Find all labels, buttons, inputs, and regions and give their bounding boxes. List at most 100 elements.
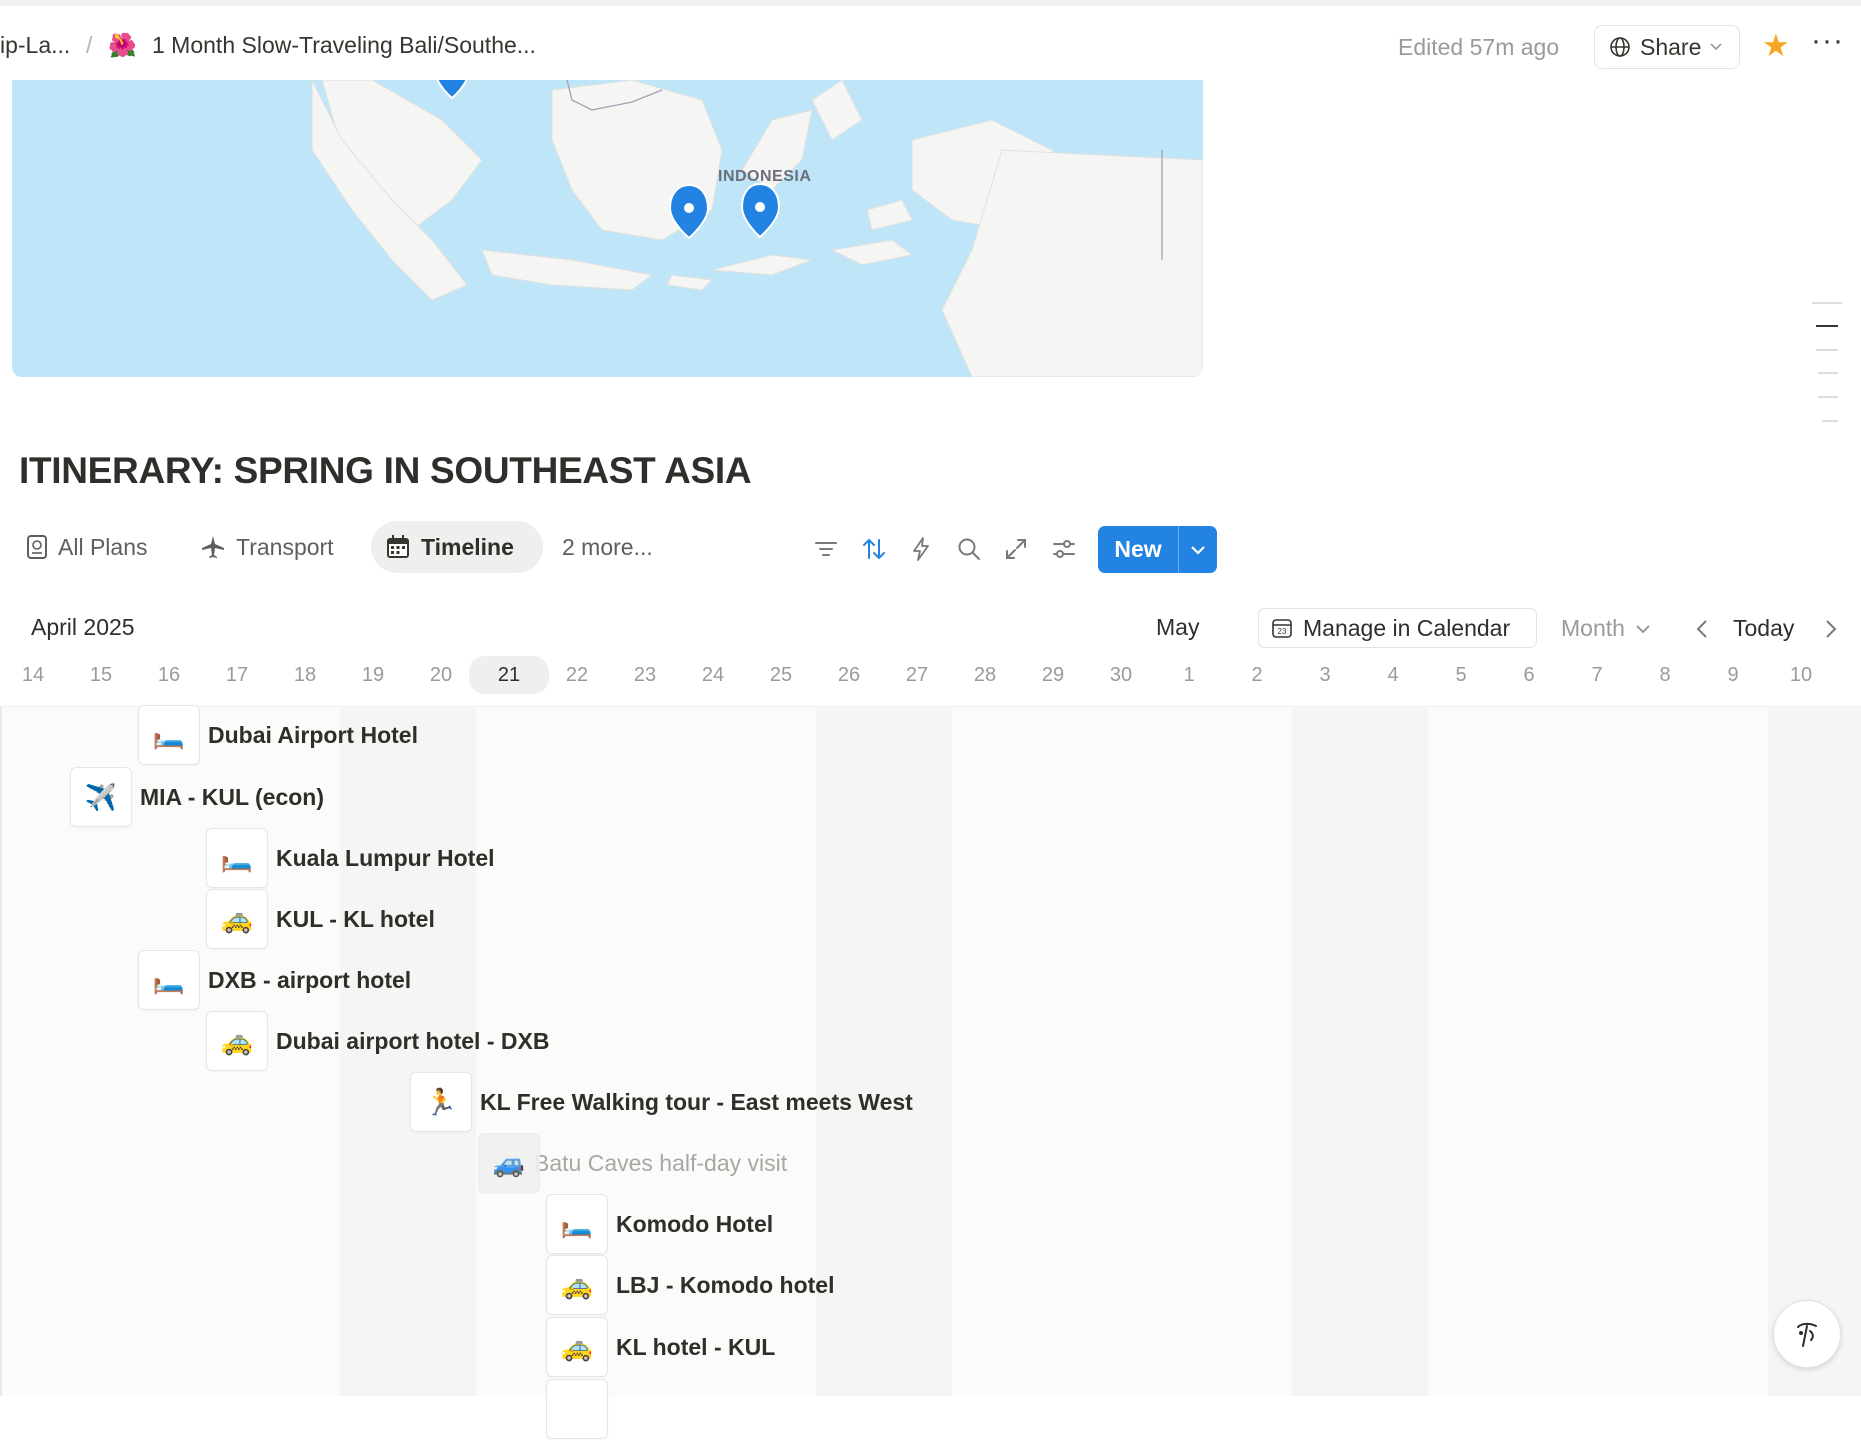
share-button[interactable]: Share — [1594, 25, 1740, 69]
day-label: 30 — [1109, 664, 1133, 686]
map-land-shapes — [311, 80, 1203, 377]
day-label: 26 — [837, 664, 861, 686]
filter-icon[interactable] — [813, 536, 839, 562]
timeline-item[interactable]: 🚕 LBJ - Komodo hotel — [546, 1254, 834, 1316]
timeline-item[interactable]: 🛏️ Kuala Lumpur Hotel — [206, 827, 495, 889]
day-label: 27 — [905, 664, 929, 686]
timeline-item[interactable]: 🛏️ Dubai Airport Hotel — [138, 704, 418, 766]
timeline-item-label: Kuala Lumpur Hotel — [276, 844, 495, 871]
manage-in-calendar-button[interactable]: 23 Manage in Calendar — [1258, 608, 1537, 648]
day-label: 24 — [701, 664, 725, 686]
day-label: 23 — [633, 664, 657, 686]
more-views-button[interactable]: 2 more... — [548, 521, 667, 573]
breadcrumb-separator: / — [86, 32, 93, 58]
timeline-item[interactable]: 🚕 KL hotel - KUL — [546, 1316, 775, 1378]
day-label: 17 — [225, 664, 249, 686]
tab-label: All Plans — [58, 533, 148, 560]
previous-arrow-icon[interactable] — [1695, 618, 1709, 640]
today-button[interactable]: Today — [1733, 615, 1794, 642]
tab-label: Transport — [236, 533, 334, 560]
car-icon: 🚙 — [478, 1133, 540, 1193]
taxi-icon: 🚕 — [206, 1011, 268, 1071]
day-label: 6 — [1523, 664, 1535, 686]
bed-icon: 🛏️ — [138, 950, 200, 1010]
day-label: 2 — [1251, 664, 1263, 686]
map-pin-icon[interactable] — [435, 80, 469, 100]
calendar-icon — [387, 535, 409, 558]
next-arrow-icon[interactable] — [1824, 618, 1838, 640]
tab-transport[interactable]: Transport — [186, 521, 348, 573]
day-label: 7 — [1591, 664, 1603, 686]
database-title[interactable]: ITINERARY: SPRING IN SOUTHEAST ASIA — [19, 450, 752, 492]
share-label: Share — [1640, 33, 1702, 60]
timeline-scale-select[interactable]: Month — [1561, 615, 1651, 642]
day-label: 9 — [1727, 664, 1739, 686]
globe-icon — [1610, 37, 1630, 57]
month-label-may: May — [1156, 614, 1200, 640]
help-assistant-button[interactable] — [1773, 1300, 1841, 1368]
outline-marker[interactable] — [1818, 396, 1838, 398]
tab-all-plans[interactable]: All Plans — [12, 521, 161, 573]
day-label: 3 — [1319, 664, 1331, 686]
breadcrumb-current-page[interactable]: 1 Month Slow-Traveling Bali/Southe... — [152, 32, 536, 59]
timeline-item[interactable]: ✈️ MIA - KUL (econ) — [70, 766, 324, 828]
outline-marker[interactable] — [1822, 420, 1838, 422]
timeline-item[interactable]: 🚕 KUL - KL hotel — [206, 888, 435, 950]
outline-marker[interactable] — [1812, 302, 1842, 304]
timeline-item[interactable]: 🛏️ DXB - airport hotel — [138, 949, 411, 1011]
timeline-item-label: KUL - KL hotel — [276, 905, 435, 932]
airplane-icon — [202, 536, 224, 558]
assistant-face-icon — [1797, 1322, 1817, 1347]
day-label: 22 — [565, 664, 589, 686]
day-label: 20 — [429, 664, 453, 686]
timeline-item[interactable]: 🚕 Dubai airport hotel - DXB — [206, 1010, 549, 1072]
day-label-today: 21 — [469, 656, 549, 694]
expand-icon[interactable] — [1003, 536, 1029, 562]
outline-marker[interactable] — [1816, 349, 1838, 351]
search-icon[interactable] — [956, 536, 982, 562]
timeline-item-dragging[interactable]: 🚙 Batu Caves half-day visit — [478, 1132, 787, 1194]
automation-bolt-icon[interactable] — [908, 536, 934, 562]
settings-sliders-icon[interactable] — [1051, 536, 1077, 562]
map-view[interactable]: INDONESIA — [12, 80, 1203, 377]
more-options-icon[interactable]: ··· — [1811, 24, 1844, 58]
outline-marker[interactable] — [1818, 372, 1838, 374]
tab-label: Timeline — [421, 533, 514, 560]
top-bar: ip-La... / 🌺 1 Month Slow-Traveling Bali… — [0, 0, 1861, 80]
chevron-down-icon — [1636, 624, 1650, 633]
month-label-april: April 2025 — [31, 614, 135, 640]
sort-icon[interactable] — [861, 536, 887, 562]
tab-timeline[interactable]: Timeline — [371, 521, 543, 573]
bed-icon: 🛏️ — [138, 705, 200, 765]
breadcrumb-parent[interactable]: ip-La... — [0, 32, 70, 59]
timeline-scale-label: Month — [1561, 615, 1625, 641]
favorite-star-icon[interactable]: ★ — [1762, 28, 1790, 64]
more-views-label: 2 more... — [562, 533, 653, 560]
passport-icon — [27, 535, 47, 559]
new-dropdown-button[interactable] — [1179, 545, 1217, 555]
day-label: 8 — [1659, 664, 1671, 686]
outline-marker-active[interactable] — [1816, 325, 1838, 327]
timeline-header — [0, 594, 1861, 707]
timeline-item-partial[interactable] — [546, 1378, 608, 1440]
day-label: 29 — [1041, 664, 1065, 686]
timeline-item-card — [546, 1379, 608, 1439]
day-label: 1 — [1183, 664, 1195, 686]
day-label: 15 — [89, 664, 113, 686]
new-button[interactable]: New — [1098, 526, 1217, 573]
weekend-column — [816, 706, 952, 1396]
timeline-left-edge — [0, 706, 2, 1396]
taxi-icon: 🚕 — [546, 1317, 608, 1377]
runner-icon: 🏃 — [410, 1072, 472, 1132]
timeline-item[interactable]: 🛏️ Komodo Hotel — [546, 1193, 773, 1255]
timeline-item[interactable]: 🏃 KL Free Walking tour - East meets West — [410, 1071, 913, 1133]
day-label: 10 — [1789, 664, 1813, 686]
map-pin-icon[interactable] — [740, 182, 781, 239]
svg-text:23: 23 — [1278, 627, 1287, 636]
timeline-item-label: MIA - KUL (econ) — [140, 783, 324, 810]
day-label: 16 — [157, 664, 181, 686]
day-label: 14 — [21, 664, 45, 686]
day-label: 5 — [1455, 664, 1467, 686]
airplane-icon: ✈️ — [70, 767, 132, 827]
map-country-label: INDONESIA — [718, 168, 812, 185]
